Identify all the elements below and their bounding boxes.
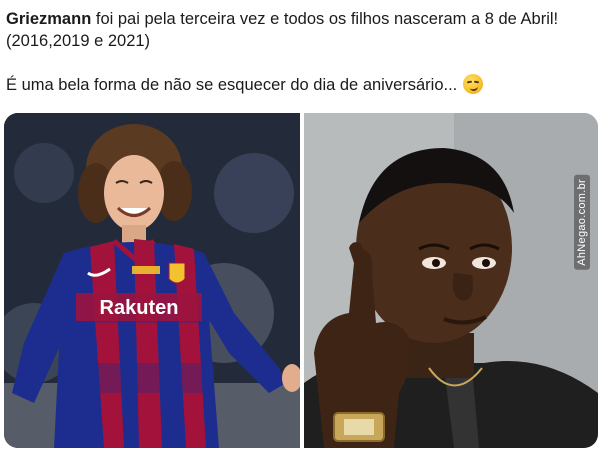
tweet-text: Griezmann foi pai pela terceira vez e to… [6, 8, 602, 96]
watermark-text: AhNegao.com.br [574, 175, 590, 270]
footballer-illustration: Rakuten [4, 113, 300, 448]
tweet-line-3: É uma bela forma de não se esquecer do d… [6, 74, 602, 96]
tweet-line-1: Griezmann foi pai pela terceira vez e to… [6, 8, 602, 30]
tweet-line-2: (2016,2019 e 2021) [6, 32, 151, 50]
author-name: Griezmann [6, 10, 92, 28]
tweet-line-3-text: É uma bela forma de não se esquecer do d… [6, 76, 458, 94]
tweet-media[interactable]: Rakuten AhNegao.com.br [4, 113, 598, 448]
smirking-face-icon [463, 74, 484, 94]
footballer-image[interactable]: Rakuten [4, 113, 300, 448]
pointing-head-meme-image[interactable]: AhNegao.com.br [304, 113, 598, 448]
meme-illustration [304, 113, 598, 448]
jersey-sponsor-text: Rakuten [100, 297, 179, 319]
tweet-line-1-text: foi pai pela terceira vez e todos os fil… [91, 10, 559, 28]
